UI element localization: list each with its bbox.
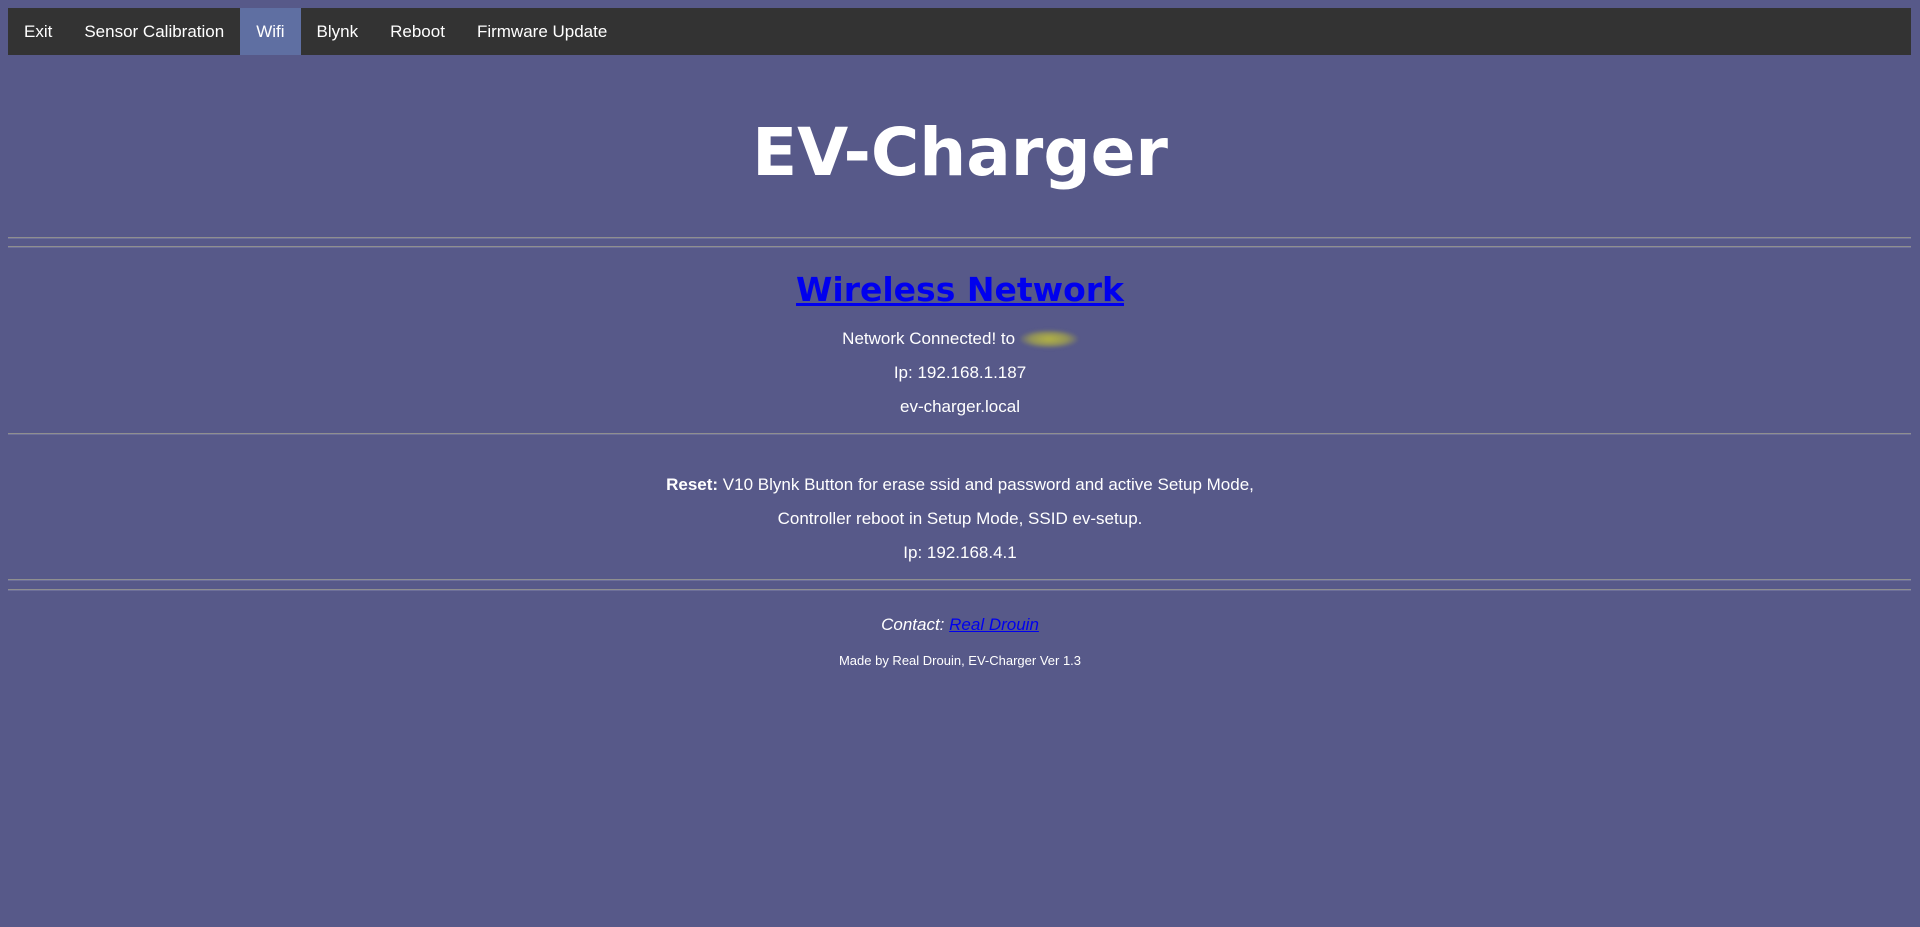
reset-label: Reset: <box>666 475 719 494</box>
nav-item-firmware-update[interactable]: Firmware Update <box>461 8 623 55</box>
nav-item-reboot[interactable]: Reboot <box>374 8 461 55</box>
section-heading-wireless-network: Wireless Network <box>0 270 1920 310</box>
reset-instructions-line-2: Controller reboot in Setup Mode, SSID ev… <box>777 509 1143 528</box>
top-navigation-bar: Exit Sensor Calibration Wifi Blynk Reboo… <box>8 8 1911 55</box>
nav-item-exit[interactable]: Exit <box>8 8 68 55</box>
wifi-ip-address: Ip: 192.168.1.187 <box>893 363 1027 382</box>
wireless-network-link[interactable]: Wireless Network <box>796 270 1124 309</box>
divider <box>8 237 1911 239</box>
nav-item-blynk[interactable]: Blynk <box>301 8 375 55</box>
setup-ip-address: Ip: 192.168.4.1 <box>903 543 1017 562</box>
contact-link[interactable]: Real Drouin <box>949 615 1039 634</box>
ssid-redacted <box>1019 330 1078 348</box>
divider <box>8 589 1911 591</box>
network-status-line: Network Connected! to <box>0 329 1920 349</box>
wifi-hostname: ev-charger.local <box>899 397 1020 416</box>
network-status-text: Network Connected! to <box>842 329 1016 348</box>
reset-description: V10 Blynk Button for erase ssid and pass… <box>718 475 1254 494</box>
page-title: EV-Charger <box>752 114 1168 191</box>
divider <box>8 246 1911 248</box>
divider <box>8 433 1911 435</box>
nav-item-wifi[interactable]: Wifi <box>240 8 301 55</box>
reset-instructions-line-1: Reset: V10 Blynk Button for erase ssid a… <box>0 475 1920 495</box>
contact-label: Contact: <box>881 615 950 634</box>
contact-line: Contact: Real Drouin <box>0 615 1920 635</box>
divider <box>8 579 1911 581</box>
footer-made-by: Made by Real Drouin, EV-Charger Ver 1.3 <box>838 653 1082 668</box>
nav-item-sensor-calibration[interactable]: Sensor Calibration <box>68 8 240 55</box>
